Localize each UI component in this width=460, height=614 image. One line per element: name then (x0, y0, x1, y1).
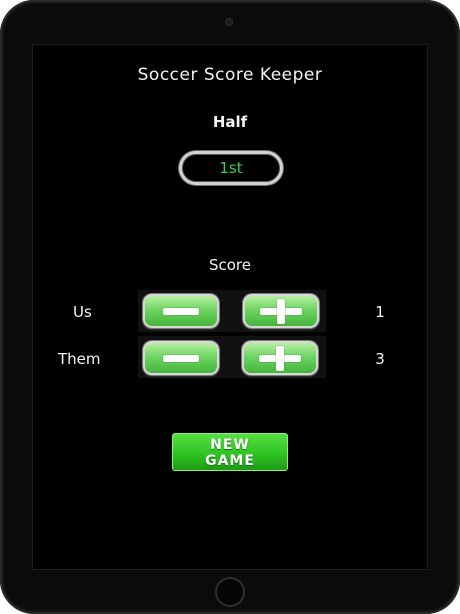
camera-icon (226, 19, 232, 25)
home-button[interactable] (217, 579, 243, 605)
new-game-button[interactable]: NEW GAME (172, 433, 288, 471)
app-screen: Soccer Score Keeper Half 1st Score Us 1 … (32, 44, 428, 570)
plus-icon-vertical (276, 346, 284, 371)
tablet-device: Soccer Score Keeper Half 1st Score Us 1 … (0, 0, 460, 614)
them-increment-button[interactable] (242, 341, 318, 375)
them-decrement-button[interactable] (143, 341, 219, 375)
score-value-us: 1 (375, 303, 385, 321)
us-increment-button[interactable] (243, 294, 319, 328)
minus-icon (163, 308, 199, 315)
half-selector[interactable]: 1st (179, 151, 283, 185)
team-name-them: Them (58, 350, 101, 368)
us-decrement-button[interactable] (143, 294, 219, 328)
plus-icon-vertical (277, 299, 285, 324)
half-label: Half (212, 113, 248, 131)
score-value-them: 3 (375, 350, 385, 368)
score-label: Score (208, 256, 251, 274)
team-name-us: Us (73, 303, 92, 321)
minus-icon (163, 355, 199, 362)
app-title: Soccer Score Keeper (137, 65, 323, 85)
